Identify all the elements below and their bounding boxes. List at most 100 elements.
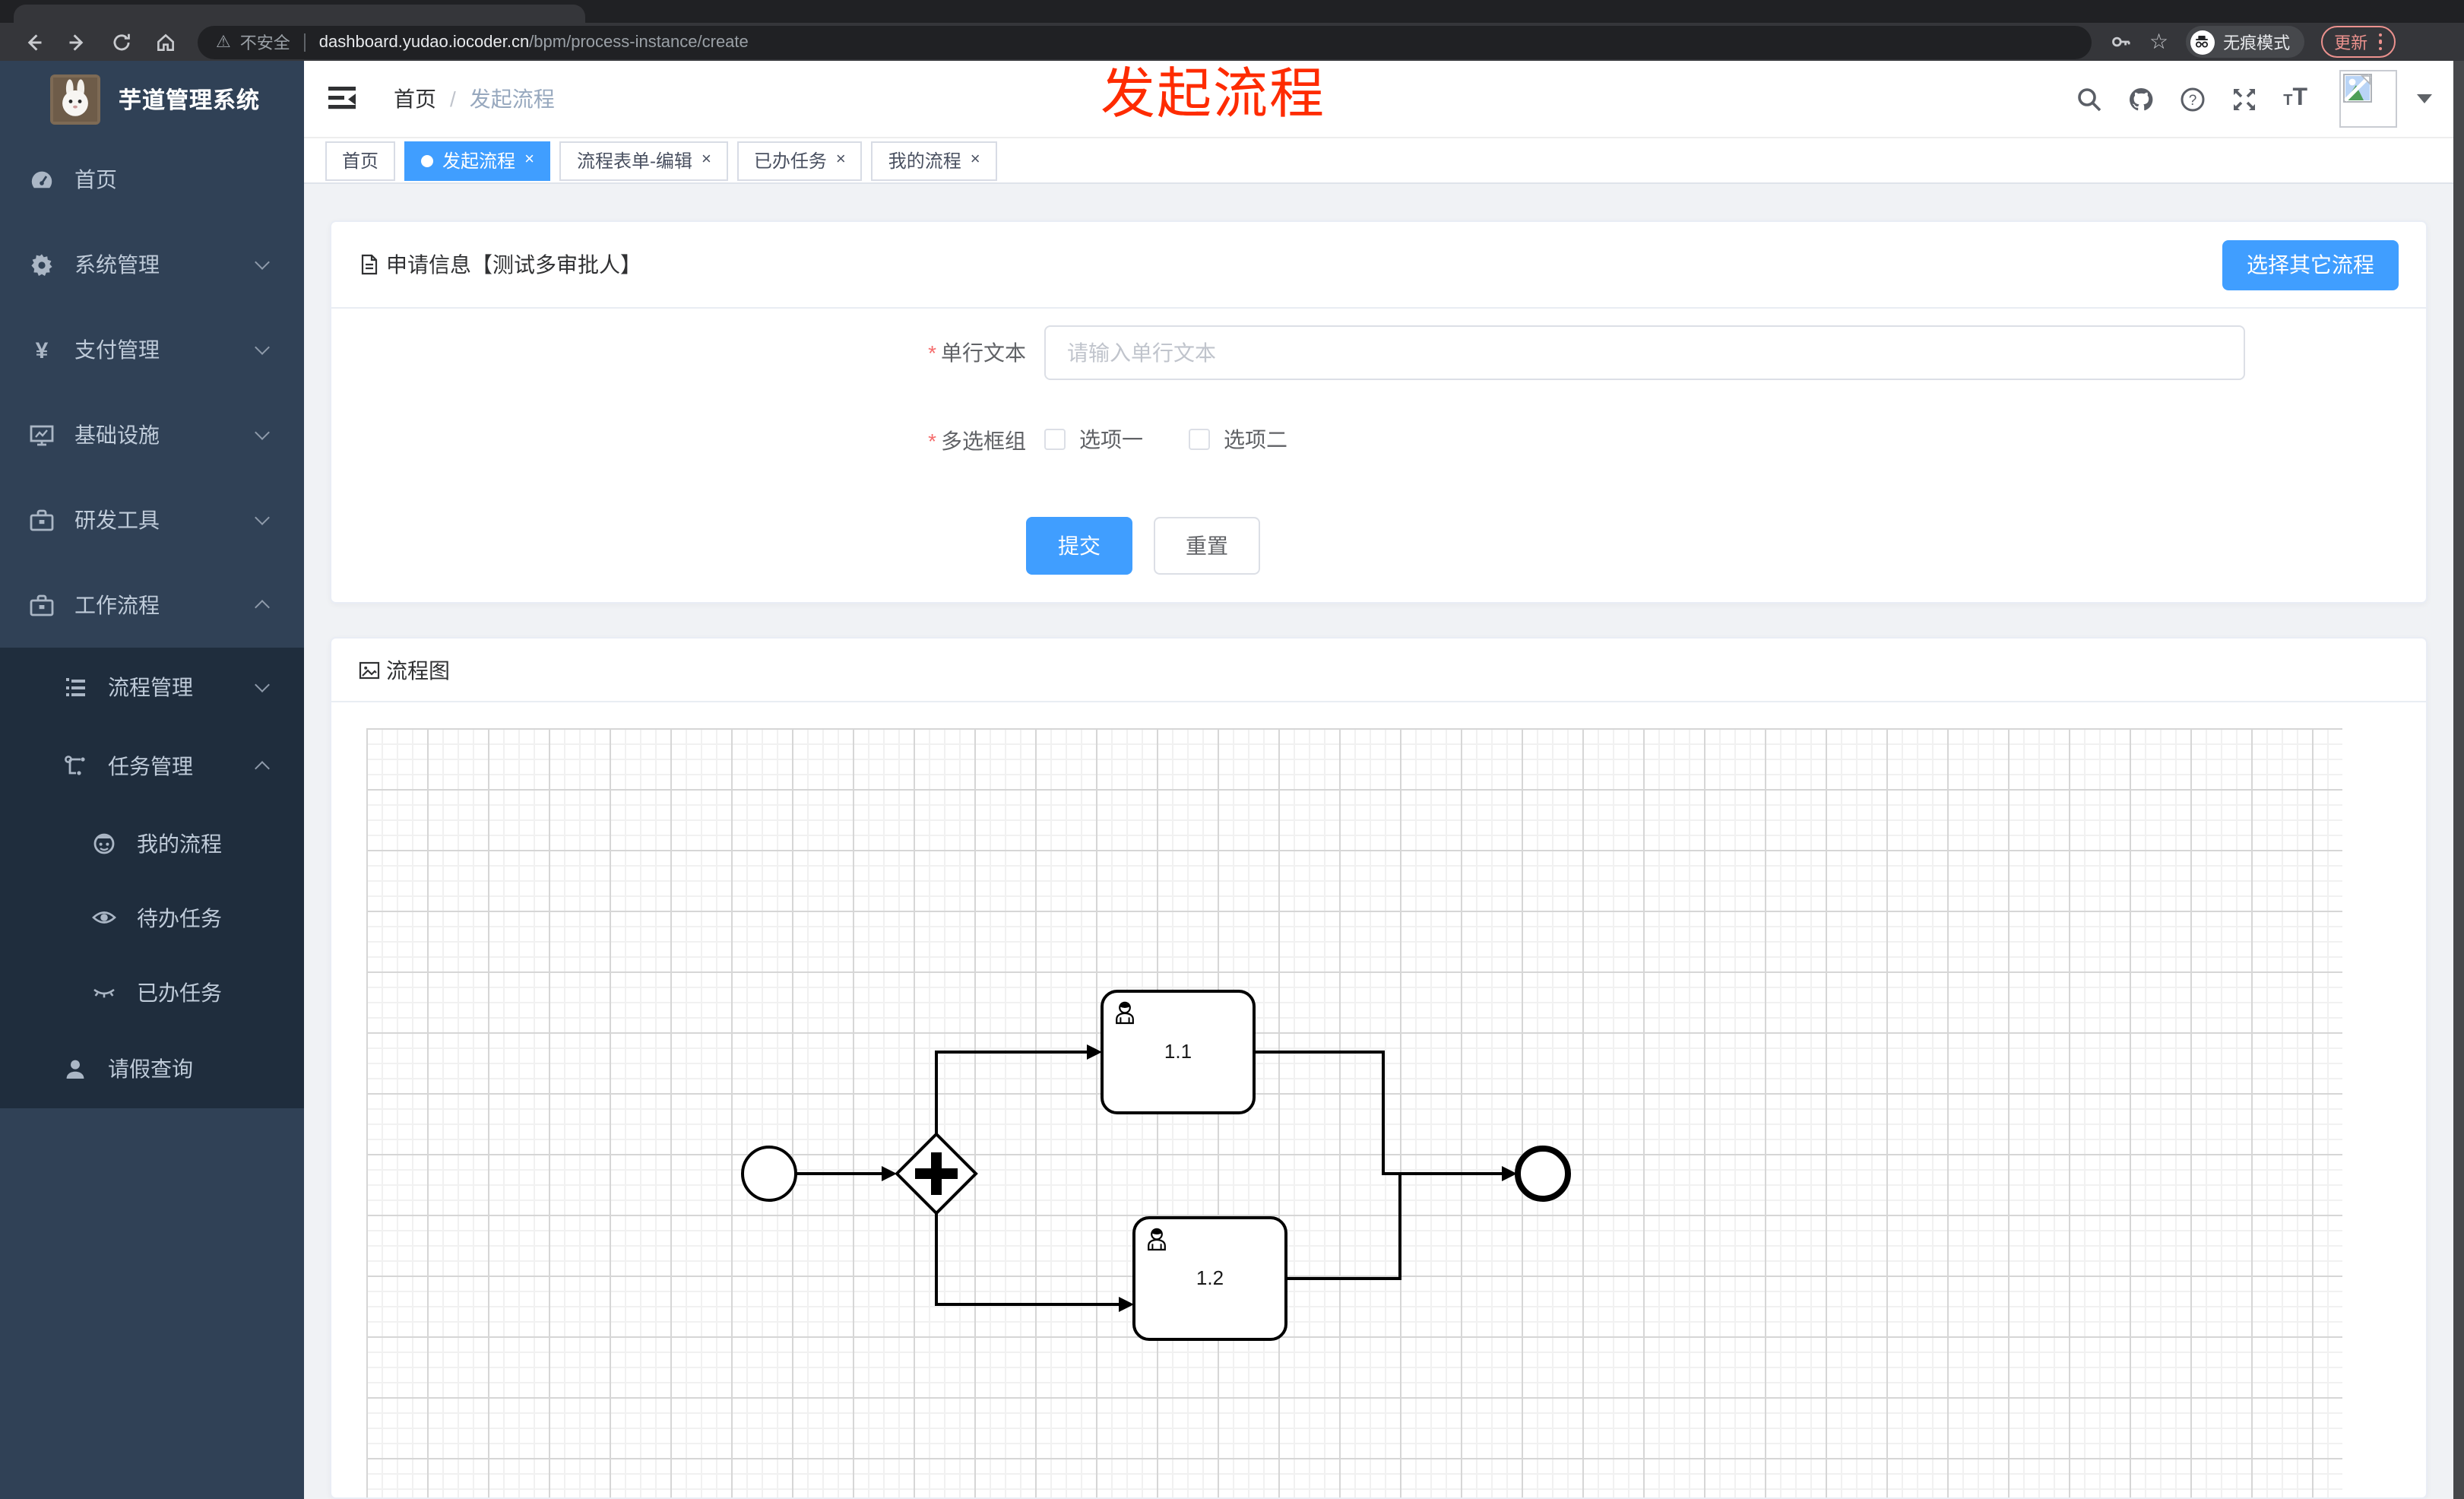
card-header: 流程图 bbox=[331, 639, 2426, 702]
sidebar-item-label: 首页 bbox=[74, 167, 117, 192]
bpmn-diagram: 1.1 1.2 bbox=[741, 990, 1571, 1341]
single-line-input[interactable] bbox=[1044, 325, 2245, 380]
sidebar-item-label: 已办任务 bbox=[137, 980, 222, 1004]
user-icon bbox=[62, 1056, 88, 1082]
github-icon[interactable] bbox=[2128, 86, 2154, 112]
tags-view: 首页 发起流程 × 流程表单-编辑 × 已办任务 × 我的流程 × bbox=[304, 137, 2453, 184]
scrollbar[interactable] bbox=[2453, 61, 2464, 1499]
home-icon[interactable] bbox=[155, 31, 176, 52]
breadcrumb: 首页 / 发起流程 bbox=[394, 61, 555, 137]
browser-toolbar: ⚠ 不安全 dashboard.yudao.iocoder.cn/bpm/pro… bbox=[0, 23, 2464, 61]
close-icon[interactable]: × bbox=[836, 151, 846, 169]
sidebar-menu-item[interactable]: 任务管理 bbox=[0, 727, 304, 806]
reload-icon[interactable] bbox=[111, 31, 132, 52]
sidebar-menu-item[interactable]: 工作流程 bbox=[0, 563, 304, 648]
sidebar-menu-item[interactable]: 流程管理 bbox=[0, 648, 304, 727]
close-icon[interactable]: × bbox=[524, 151, 534, 169]
tab-label: 我的流程 bbox=[888, 151, 961, 172]
checkbox-option[interactable]: 选项二 bbox=[1189, 424, 1287, 455]
checkbox-group: 选项一 选项二 bbox=[1044, 424, 1333, 458]
toolbox-icon bbox=[29, 592, 55, 618]
sidebar-menu-item[interactable]: 已办任务 bbox=[0, 955, 304, 1029]
tab[interactable]: 首页 bbox=[325, 141, 396, 180]
sidebar-item-label: 我的流程 bbox=[137, 831, 222, 855]
tab-label: 首页 bbox=[342, 151, 379, 172]
reset-button[interactable]: 重置 bbox=[1154, 517, 1260, 575]
sidebar-menu-item[interactable]: 我的流程 bbox=[0, 806, 304, 880]
tab[interactable]: 我的流程 × bbox=[871, 141, 997, 180]
checkbox[interactable] bbox=[1044, 429, 1066, 450]
choose-other-process-button[interactable]: 选择其它流程 bbox=[2222, 239, 2399, 290]
breadcrumb-current: 发起流程 bbox=[469, 87, 555, 111]
task-label: 1.1 bbox=[1164, 1040, 1192, 1063]
sidebar-menu-item[interactable]: 系统管理 bbox=[0, 222, 304, 307]
sidebar-menu-item[interactable]: 研发工具 bbox=[0, 477, 304, 563]
incognito-badge: 无痕模式 bbox=[2185, 26, 2304, 58]
navbar-actions: ? TT bbox=[2076, 61, 2432, 137]
font-size-icon[interactable]: TT bbox=[2283, 85, 2307, 113]
sidebar-item-label: 支付管理 bbox=[74, 338, 160, 362]
start-event[interactable] bbox=[741, 1146, 797, 1202]
sidebar-item-label: 系统管理 bbox=[74, 252, 160, 277]
sidebar-menu-item[interactable]: 请假查询 bbox=[0, 1029, 304, 1108]
chevron-icon bbox=[255, 600, 270, 615]
bpmn-canvas[interactable]: 1.1 1.2 bbox=[366, 728, 2342, 1497]
key-icon[interactable] bbox=[2110, 30, 2133, 53]
bookmark-star-icon[interactable]: ☆ bbox=[2149, 29, 2168, 55]
app-logo[interactable]: 芋道管理系统 bbox=[0, 61, 304, 137]
sidebar-menu-item[interactable]: ¥ 支付管理 bbox=[0, 307, 304, 392]
flow-icon bbox=[62, 753, 88, 779]
checkbox-group-row: * 多选框组 选项一 选项二 bbox=[848, 417, 1333, 465]
tab[interactable]: 发起流程 × bbox=[404, 141, 551, 180]
tab[interactable]: 已办任务 × bbox=[736, 141, 863, 180]
sidebar-menu-item[interactable]: 首页 bbox=[0, 137, 304, 222]
eye-icon bbox=[91, 905, 117, 930]
monitor-icon bbox=[29, 422, 55, 448]
sidebar-item-label: 待办任务 bbox=[137, 905, 222, 930]
browser-menu-icon[interactable] bbox=[2378, 33, 2383, 51]
sidebar-menu-item[interactable]: 待办任务 bbox=[0, 880, 304, 955]
chevron-icon bbox=[255, 510, 270, 525]
fullscreen-icon[interactable] bbox=[2231, 86, 2257, 112]
back-icon[interactable] bbox=[23, 31, 44, 52]
sidebar-submenu: 流程管理 任务管理 我的流程 待办任务 已办任务 请假查询 bbox=[0, 648, 304, 1108]
checkbox-option[interactable]: 选项一 bbox=[1044, 424, 1143, 455]
tab[interactable]: 流程表单-编辑 × bbox=[559, 141, 728, 180]
checkbox[interactable] bbox=[1189, 429, 1210, 450]
dashboard-icon bbox=[29, 166, 55, 192]
browser-tab[interactable] bbox=[14, 5, 585, 23]
divider bbox=[303, 33, 306, 51]
screen: 发起流程 ⚠ 不安全 dashboard.yudao.iocoder.cn/bp… bbox=[0, 0, 2464, 1499]
address-bar[interactable]: ⚠ 不安全 dashboard.yudao.iocoder.cn/bpm/pro… bbox=[198, 25, 2092, 59]
user-task-1-2[interactable]: 1.2 bbox=[1132, 1216, 1287, 1341]
close-icon[interactable]: × bbox=[971, 151, 980, 169]
single-line-label: * 单行文本 bbox=[928, 341, 1026, 365]
avatar-caret-icon[interactable] bbox=[2417, 94, 2432, 103]
breadcrumb-home[interactable]: 首页 bbox=[394, 84, 436, 114]
parallel-gateway[interactable] bbox=[895, 1132, 978, 1215]
update-button[interactable]: 更新 bbox=[2320, 26, 2396, 58]
tab-label: 发起流程 bbox=[442, 151, 516, 172]
picture-icon bbox=[359, 661, 380, 679]
close-icon[interactable]: × bbox=[702, 151, 711, 169]
flow-diagram-title: 流程图 bbox=[386, 658, 450, 682]
apply-info-card: 申请信息【测试多审批人】 选择其它流程 *单行文本 *多选框组 选项一 bbox=[330, 220, 2428, 604]
user-task-1-1[interactable]: 1.1 bbox=[1101, 990, 1256, 1114]
sidebar-menu-item[interactable]: 基础设施 bbox=[0, 392, 304, 477]
search-icon[interactable] bbox=[2076, 86, 2102, 112]
submit-button[interactable]: 提交 bbox=[1026, 517, 1132, 575]
sidebar-item-label: 流程管理 bbox=[108, 675, 193, 699]
active-dot bbox=[421, 154, 434, 166]
end-event[interactable] bbox=[1515, 1146, 1571, 1202]
not-secure-icon: ⚠ bbox=[216, 33, 231, 52]
document-icon bbox=[361, 254, 378, 275]
help-icon[interactable]: ? bbox=[2180, 86, 2206, 112]
avatar[interactable] bbox=[2339, 70, 2397, 128]
card-title: 流程图 bbox=[359, 654, 450, 685]
toolbox-icon bbox=[29, 507, 55, 533]
sidebar-collapse-icon[interactable] bbox=[328, 87, 356, 109]
incognito-label: 无痕模式 bbox=[2223, 34, 2291, 52]
breadcrumb-separator: / bbox=[450, 87, 456, 111]
forward-icon[interactable] bbox=[67, 31, 88, 52]
checkbox-label: 选项一 bbox=[1079, 427, 1143, 452]
